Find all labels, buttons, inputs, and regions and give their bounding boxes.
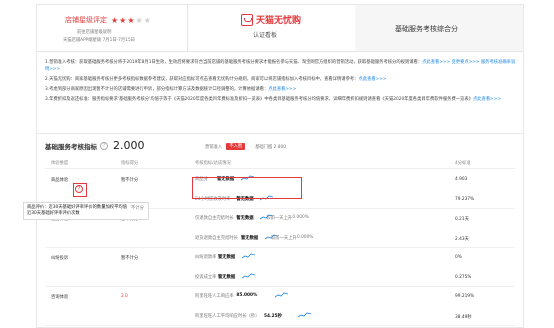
tab-active-label: 基础服务考核综合分 xyxy=(395,25,458,33)
highlight-box-help xyxy=(73,183,87,197)
brand-sub: 认证看板 xyxy=(253,32,278,39)
row-score: 暂不计分 xyxy=(121,256,139,261)
score-label: 基础服务考核指标 xyxy=(45,142,97,151)
entry-status-badge: 不入围 xyxy=(226,143,246,150)
th-standard: 4分标准 xyxy=(455,161,471,166)
row-standard: 79.237% xyxy=(455,196,475,202)
row-standard: 0.275% xyxy=(455,274,472,280)
row-standard: 2.43天 xyxy=(455,236,469,242)
row-score: 2.0 xyxy=(121,294,128,299)
table-row: 阿里旺旺人工平均响应时长（秒） 54.25秒 38.49秒 xyxy=(45,306,515,326)
trend-sparkline-icon[interactable] xyxy=(242,253,256,259)
table-row: 纠纷投诉 暂不计分 纠纷退款率 暂无数据 0% xyxy=(45,247,515,267)
score-value: 2.000 xyxy=(113,139,145,152)
row-dimension: 商品体验 xyxy=(51,178,69,183)
entry-label: 营销准入 xyxy=(205,144,223,150)
row-value: 85.000% xyxy=(236,293,258,298)
row-metric: 阿里旺旺人工平均响应时长（秒） xyxy=(195,313,260,319)
note-3: 3.考虑到部分商家原因出现暂不计分的店铺需要进行申诉，部分指标计算方法及数据统计… xyxy=(45,87,297,92)
row-change: 较前一天上升 xyxy=(266,216,293,221)
table-header: 体验维度 指标得分 考核指标/达成情况 4分标准 xyxy=(45,160,515,169)
rating-stars: ★★★★★ xyxy=(111,15,152,25)
tooltip-right-note: 不计分 xyxy=(131,206,144,211)
trend-sparkline-icon[interactable] xyxy=(275,292,289,298)
row-value: 暂无数据 xyxy=(236,216,254,221)
row-standard: 4.903 xyxy=(455,177,468,182)
row-change-value: 0.000% xyxy=(297,234,314,240)
trend-sparkline-icon[interactable] xyxy=(298,312,312,318)
row-score: 暂不计分 xyxy=(121,178,139,183)
row-metric: 投诉成立率 xyxy=(195,274,217,280)
row-change: 较前一天上升 xyxy=(271,235,297,241)
rating-sub1[interactable]: 前往店铺星级说明 xyxy=(77,29,111,35)
row-change-value: 0.000% xyxy=(292,215,309,220)
row-metric: 仅退款自主完结时长 xyxy=(195,216,234,221)
row-standard: 99.219% xyxy=(455,294,475,299)
notes-section: 1.营销准入考核：获取基础服务考核分将于2019年8月1日生效，生效后将要求符合… xyxy=(45,59,517,103)
table-row: 投诉成立率 暂无数据 0.275% xyxy=(45,267,515,287)
table-row: 咨询体验 2.0 阿里旺旺人工响应率 85.000% 99.219% xyxy=(45,286,515,306)
rating-label: 店铺星级评定 xyxy=(65,16,107,24)
row-standard: 38.49秒 xyxy=(455,314,472,320)
tmall-logo-icon xyxy=(241,13,253,26)
tooltip-line-2: 近30天基础好评率评价次数 xyxy=(27,211,80,216)
note-1: 1.营销准入考核：获取基础服务考核分将于2019年8月1日生效，生效后将要求符合… xyxy=(45,60,516,72)
brand-name: 天猫无忧购 xyxy=(256,16,302,26)
th-dimension: 体验维度 xyxy=(51,161,69,166)
tmall-wuyougou-tab[interactable]: 天猫无忧购 认证看板 xyxy=(187,5,356,51)
row-metric: 退货退款自主完结时长 xyxy=(195,235,238,241)
note-4: 3.年费折扣及返还标准：服务指标要求'基础服务考核分'均值于等于《天猫2020年… xyxy=(45,97,501,102)
th-score: 指标得分 xyxy=(121,161,139,166)
table-row: 退货退款自主完结时长 暂无数据 2.43天 较前一天上升 0.000% xyxy=(45,228,515,248)
row-value: 暂无数据 xyxy=(218,274,236,280)
page-frame: 店铺星级评定 ★★★★★ 前往店铺星级说明 天猫店铺APP端星级 7月1日-7月… xyxy=(23,4,524,328)
note-2: 2.天猫无忧购：商家基础服务考核分更多考核指标数据参考建议，获取对应指标可点击查… xyxy=(45,77,387,82)
entry-row: 营销准入 不入围 基础门槛 2.800 xyxy=(205,143,286,150)
row-standard: 0% xyxy=(455,255,462,260)
score-row: 基础服务考核指标 ? 2.000 xyxy=(45,139,145,152)
tab-basic-service-score[interactable]: 基础服务考核综合分 xyxy=(355,5,523,51)
row-dimension: 纠纷投诉 xyxy=(51,256,69,261)
row-value: 暂无数据 xyxy=(241,235,259,241)
row-value: 暂无数据 xyxy=(218,255,236,260)
help-icon[interactable]: ? xyxy=(100,141,108,150)
row-metric: 阿里旺旺人工响应率 xyxy=(195,294,234,299)
rating-sub2: 天猫店铺APP端星级 7月1日-7月15日 xyxy=(63,38,135,43)
store-rating-panel: 店铺星级评定 ★★★★★ 前往店铺星级说明 天猫店铺APP端星级 7月1日-7月… xyxy=(37,5,188,51)
row-value: 54.25秒 xyxy=(264,313,282,319)
row-metric: 纠纷退款率 xyxy=(195,255,217,260)
row-standard: 0.21天 xyxy=(455,217,469,222)
trend-sparkline-icon[interactable] xyxy=(242,273,256,279)
th-metric: 考核指标/达成情况 xyxy=(195,161,231,166)
highlight-box-metric xyxy=(192,177,302,199)
row-dimension: 咨询体验 xyxy=(51,295,69,300)
threshold-text: 基础门槛 2.800 xyxy=(255,144,286,150)
